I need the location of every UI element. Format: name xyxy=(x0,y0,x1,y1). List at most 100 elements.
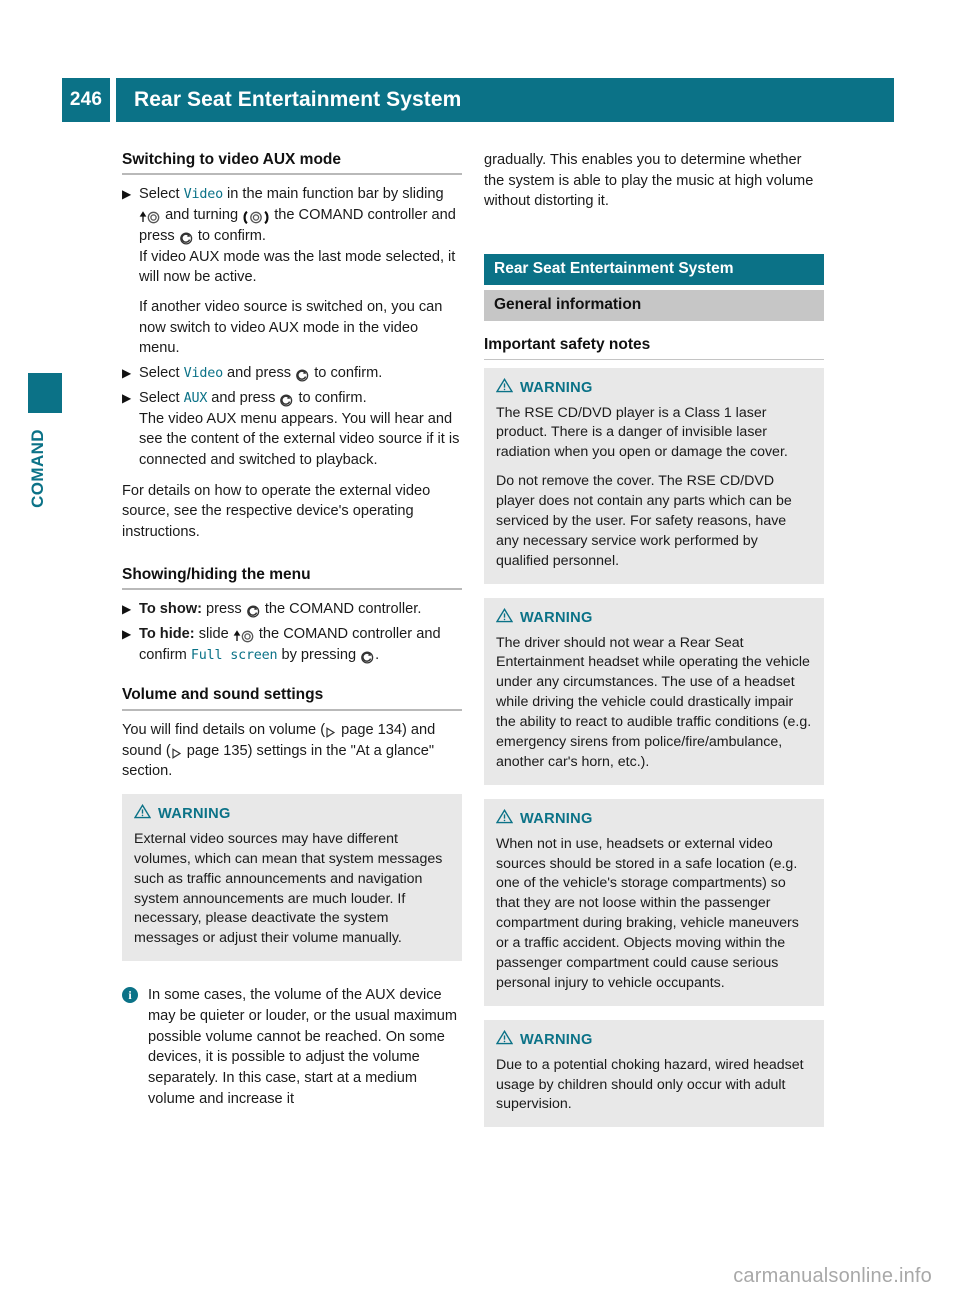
heading-rule xyxy=(122,708,462,711)
step-text: and press xyxy=(211,389,276,406)
warning-box: WARNING Due to a potential choking hazar… xyxy=(484,1019,824,1128)
step-marker-icon: ▶ xyxy=(122,187,132,202)
step-item: ▶ To show: press the COMAND controller. xyxy=(122,599,462,620)
warning-box: WARNING External video sources may have … xyxy=(122,793,462,962)
warning-header: WARNING xyxy=(495,377,812,398)
info-note: i In some cases, the volume of the AUX d… xyxy=(122,985,462,1109)
comand-press-icon xyxy=(279,393,294,407)
page-number-box: 246 xyxy=(62,78,110,122)
header-title-box: Rear Seat Entertainment System xyxy=(116,78,894,122)
step-continuation: If video AUX mode was the last mode sele… xyxy=(139,248,456,286)
warning-box: WARNING The RSE CD/DVD player is a Class… xyxy=(484,367,824,584)
side-tab-marker xyxy=(28,373,62,413)
step-text: . xyxy=(375,646,380,663)
warning-body: The driver should not wear a Rear Seat E… xyxy=(496,634,812,770)
step-lead: To show: xyxy=(139,601,202,618)
step-continuation: If another video source is switched on, … xyxy=(139,298,443,357)
watermark: carmanualsonline.info xyxy=(733,1265,932,1287)
ui-label-video: Video xyxy=(183,187,224,203)
step-lead: Select xyxy=(139,186,180,203)
heading-rule xyxy=(122,588,462,591)
step-lead: Select xyxy=(139,389,180,406)
ui-label-video: Video xyxy=(183,366,224,382)
step-marker-icon: ▶ xyxy=(122,390,132,405)
comand-press-icon xyxy=(360,650,375,664)
warning-header: WARNING xyxy=(495,808,812,829)
comand-slide-icon xyxy=(139,210,161,224)
comand-press-icon xyxy=(179,231,194,245)
para-text: You will find details on volume ( xyxy=(122,721,326,738)
step-item: ▶ To hide: slide the COMAND controller a… xyxy=(122,624,462,665)
warning-box: WARNING When not in use, headsets or ext… xyxy=(484,798,824,1006)
step-text: and press xyxy=(227,365,292,382)
warning-label: WARNING xyxy=(520,810,593,827)
comand-slide-icon xyxy=(233,629,255,643)
heading-rule xyxy=(122,173,462,176)
page-ref-icon xyxy=(171,746,183,759)
page-ref-icon xyxy=(325,725,337,738)
comand-press-icon xyxy=(295,368,310,382)
page-header: 246 Rear Seat Entertainment System xyxy=(62,78,894,122)
warning-header: WARNING xyxy=(495,607,812,628)
warning-label: WARNING xyxy=(520,1031,593,1048)
step-text: the COMAND controller. xyxy=(264,601,422,618)
ui-label-aux: AUX xyxy=(183,390,208,406)
warning-body: Do not remove the cover. The RSE CD/DVD … xyxy=(496,473,792,569)
step-item: ▶ Select Video and press to confirm. xyxy=(122,363,462,384)
comand-turn-icon xyxy=(242,210,270,225)
section-banner-rse: Rear Seat Entertainment System xyxy=(484,254,824,286)
info-note-body: In some cases, the volume of the AUX dev… xyxy=(148,987,458,1107)
warning-header: WARNING xyxy=(495,1029,812,1050)
warning-body: External video sources may have differen… xyxy=(134,830,443,947)
paragraph-continued: gradually. This enables you to determine… xyxy=(484,152,814,210)
warning-label: WARNING xyxy=(520,609,593,626)
left-column: Switching to video AUX mode ▶ Select Vid… xyxy=(122,150,462,1122)
warning-header: WARNING xyxy=(133,803,450,824)
heading-important-safety-notes: Important safety notes xyxy=(484,336,651,354)
warning-body: The RSE CD/DVD player is a Class 1 laser… xyxy=(496,404,788,461)
comand-press-icon xyxy=(246,604,261,618)
page-title: Rear Seat Entertainment System xyxy=(134,88,462,111)
warning-triangle-icon xyxy=(495,1029,514,1050)
step-text: in the main function bar by sliding xyxy=(227,186,444,203)
step-continuation: The video AUX menu appears. You will hea… xyxy=(139,410,460,468)
step-lead: Select xyxy=(139,365,180,382)
step-text: by pressing xyxy=(281,646,357,663)
step-text: to confirm. xyxy=(298,389,367,406)
page-number: 246 xyxy=(69,89,103,110)
step-text: press xyxy=(206,601,242,618)
paragraph-external-video-source: For details on how to operate the extern… xyxy=(122,482,431,541)
side-tab-label: COMAND xyxy=(28,429,47,508)
warning-label: WARNING xyxy=(158,805,231,822)
warning-body: When not in use, headsets or external vi… xyxy=(496,835,799,991)
warning-label: WARNING xyxy=(520,379,593,396)
side-tab: COMAND xyxy=(28,373,62,508)
step-item: ▶ Select Video in the main function bar … xyxy=(122,184,462,359)
warning-triangle-icon xyxy=(495,377,514,398)
heading-switching-video-aux: Switching to video AUX mode xyxy=(122,151,342,168)
warning-triangle-icon xyxy=(133,803,152,824)
step-text: to confirm. xyxy=(314,365,383,382)
warning-triangle-icon xyxy=(495,607,514,628)
step-item: ▶ Select AUX and press to confirm. The v… xyxy=(122,388,462,471)
info-icon: i xyxy=(122,987,138,1004)
step-text: and turning xyxy=(165,207,239,224)
step-text: slide xyxy=(198,625,229,642)
heading-rule xyxy=(484,358,824,360)
heading-showing-hiding-menu: Showing/hiding the menu xyxy=(122,565,311,583)
step-marker-icon: ▶ xyxy=(122,602,132,617)
content-columns: Switching to video AUX mode ▶ Select Vid… xyxy=(122,150,894,1230)
warning-triangle-icon xyxy=(495,808,514,829)
warning-box: WARNING The driver should not wear a Rea… xyxy=(484,597,824,785)
section-banner-general-information: General information xyxy=(484,290,824,322)
warning-body: Due to a potential choking hazard, wired… xyxy=(496,1056,804,1113)
right-column: gradually. This enables you to determine… xyxy=(484,150,824,1141)
step-text: to confirm. xyxy=(197,227,266,244)
ui-label-full-screen: Full screen xyxy=(190,647,278,663)
step-marker-icon: ▶ xyxy=(122,626,132,641)
